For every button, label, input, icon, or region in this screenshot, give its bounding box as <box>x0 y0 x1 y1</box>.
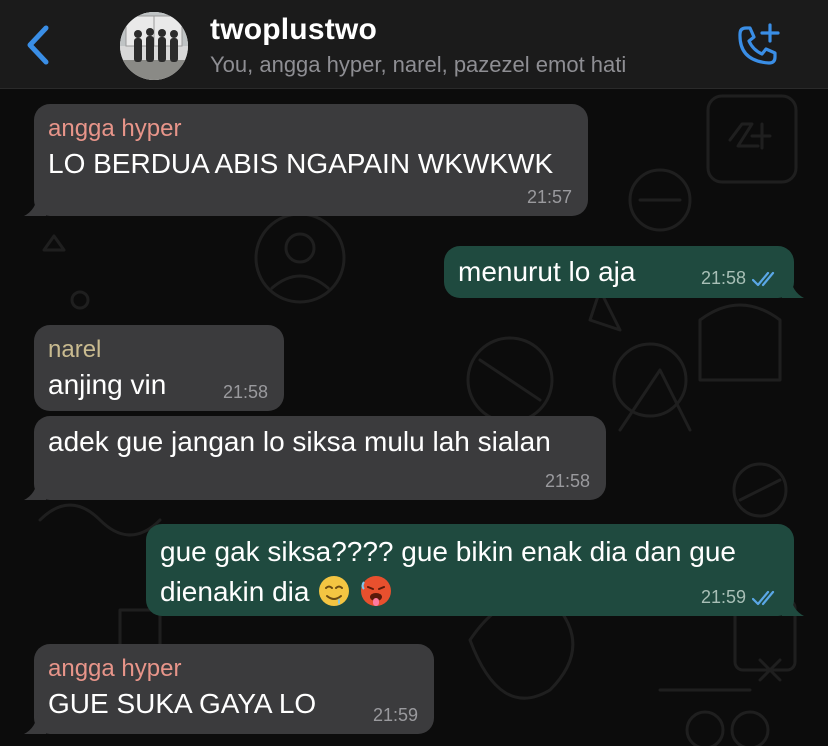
drooling-face-emoji <box>319 576 350 606</box>
bubble-tail <box>24 478 46 500</box>
bubble-tail <box>24 712 46 734</box>
message-time: 21:59 <box>372 705 418 725</box>
bubble-tail <box>24 194 46 216</box>
message-sender[interactable]: angga hyper <box>48 654 420 684</box>
chat-header: twoplustwo You, angga hyper, narel, paze… <box>0 0 828 89</box>
message-meta: 21:57 <box>527 187 572 208</box>
message-bubble-incoming[interactable]: adek gue jangan lo siksa mulu lah sialan… <box>24 416 606 500</box>
message-meta: 21:59 <box>373 705 418 726</box>
message-time: 21:58 <box>700 268 746 288</box>
message-text-line2: dienakin dia <box>160 572 780 612</box>
hot-face-emoji <box>361 576 392 606</box>
bubble-tail <box>782 276 804 298</box>
bubble-tail <box>782 594 804 616</box>
message-meta: 21:58 <box>545 471 590 492</box>
message-sender[interactable]: narel <box>48 335 270 365</box>
message-text-part: dienakin dia <box>160 576 310 607</box>
chevron-left-icon <box>27 25 49 65</box>
add-call-button[interactable] <box>732 22 784 68</box>
message-sender[interactable]: angga hyper <box>48 114 574 144</box>
message-meta: 21:59 <box>701 587 778 608</box>
group-title[interactable]: twoplustwo <box>210 13 377 47</box>
message-meta: 21:58 <box>223 382 268 403</box>
message-time: 21:59 <box>700 587 746 607</box>
back-button[interactable] <box>18 24 58 66</box>
message-text: gue gak siksa???? gue bikin enak dia dan… <box>160 536 736 567</box>
message-text: LO BERDUA ABIS NGAPAIN WKWKWK <box>48 148 554 179</box>
message-bubble-incoming[interactable]: angga hyper GUE SUKA GAYA LO 21:59 <box>24 644 434 734</box>
group-members[interactable]: You, angga hyper, narel, pazezel emot ha… <box>210 52 626 78</box>
message-time: 21:57 <box>526 187 572 207</box>
message-text: adek gue jangan lo siksa mulu lah sialan <box>48 426 551 457</box>
message-bubble-outgoing[interactable]: gue gak siksa???? gue bikin enak dia dan… <box>146 524 804 616</box>
message-time: 21:58 <box>222 382 268 402</box>
double-check-icon <box>752 590 775 605</box>
message-text: GUE SUKA GAYA LO <box>48 688 317 719</box>
message-bubble-incoming[interactable]: angga hyper LO BERDUA ABIS NGAPAIN WKWKW… <box>24 104 588 216</box>
message-bubble-outgoing[interactable]: menurut lo aja 21:58 <box>444 246 804 298</box>
double-check-icon <box>752 271 775 286</box>
group-avatar[interactable] <box>120 12 188 80</box>
message-meta: 21:58 <box>701 268 778 289</box>
message-bubble-incoming[interactable]: narel anjing vin 21:58 <box>34 325 284 411</box>
phone-add-icon <box>738 23 780 65</box>
message-time: 21:58 <box>544 471 590 491</box>
